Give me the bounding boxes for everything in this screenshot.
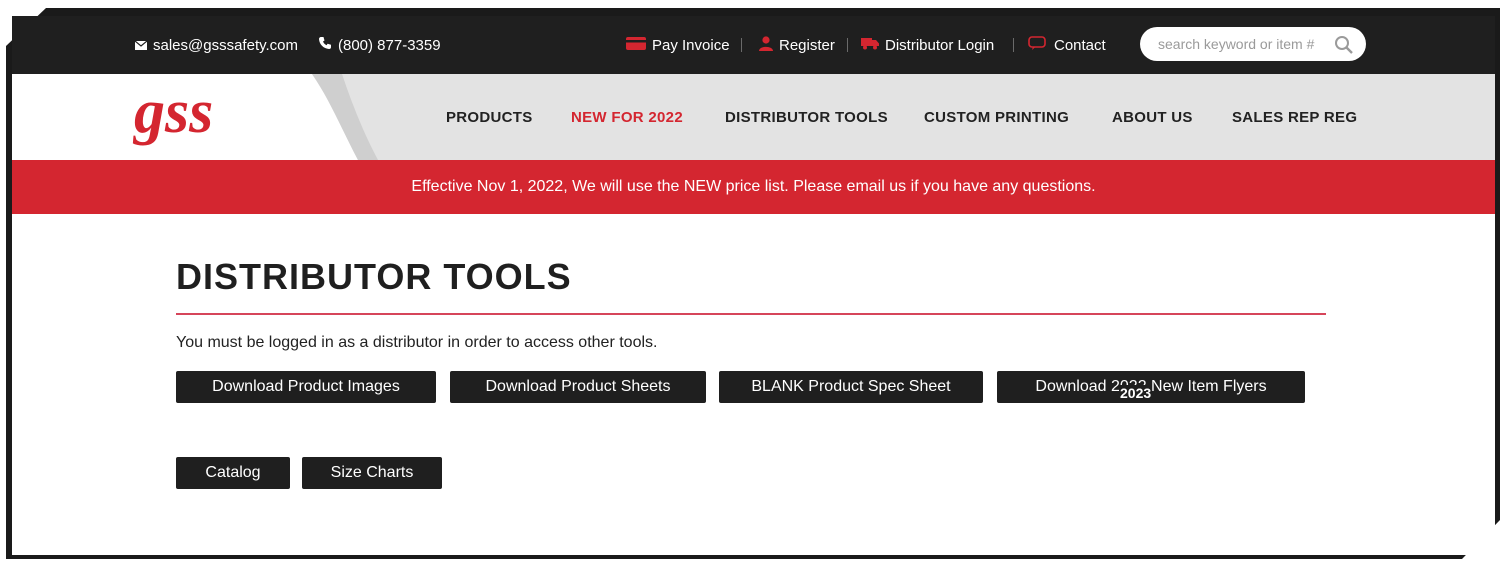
pay-invoice-label: Pay Invoice	[652, 36, 730, 54]
phone-icon	[318, 36, 332, 54]
nav-sales-rep-reg[interactable]: SALES REP REG	[1232, 109, 1357, 126]
download-product-images-button[interactable]: Download Product Images	[176, 371, 436, 403]
top-bar: sales@gsssafety.com (800) 877-3359 Pay I…	[12, 16, 1495, 74]
email-text: sales@gsssafety.com	[153, 36, 298, 54]
separator	[847, 38, 848, 52]
separator	[741, 38, 742, 52]
envelope-icon	[134, 37, 148, 54]
nav-products[interactable]: PRODUCTS	[446, 109, 533, 126]
catalog-button[interactable]: Catalog	[176, 457, 290, 489]
page-title: DISTRIBUTOR TOOLS	[176, 256, 572, 297]
separator	[1013, 38, 1014, 52]
main-nav: gss PRODUCTS NEW FOR 2022 DISTRIBUTOR TO…	[12, 74, 1495, 160]
title-divider	[176, 313, 1326, 315]
chat-bubble-icon	[1028, 36, 1048, 54]
user-icon	[759, 35, 773, 55]
screenshot-frame: sales@gsssafety.com (800) 877-3359 Pay I…	[0, 0, 1507, 561]
browser-viewport: sales@gsssafety.com (800) 877-3359 Pay I…	[12, 16, 1495, 555]
pay-invoice-link[interactable]: Pay Invoice	[626, 34, 730, 56]
phone-link[interactable]: (800) 877-3359	[318, 34, 441, 56]
svg-text:gss: gss	[132, 86, 213, 146]
contact-label: Contact	[1054, 36, 1106, 54]
nav-new-for-2022[interactable]: NEW FOR 2022	[571, 109, 683, 126]
distributor-login-label: Distributor Login	[885, 36, 995, 54]
year-overlay: 2023	[1119, 385, 1153, 401]
nav-distributor-tools[interactable]: DISTRIBUTOR TOOLS	[725, 109, 888, 126]
search-input[interactable]	[1156, 35, 1332, 53]
size-charts-button[interactable]: Size Charts	[302, 457, 442, 489]
search-box	[1140, 27, 1366, 61]
download-product-sheets-button[interactable]: Download Product Sheets	[450, 371, 706, 403]
login-notice: You must be logged in as a distributor i…	[176, 334, 658, 351]
email-link[interactable]: sales@gsssafety.com	[134, 34, 298, 56]
contact-link[interactable]: Contact	[1028, 34, 1106, 56]
blank-product-spec-sheet-button[interactable]: BLANK Product Spec Sheet	[719, 371, 983, 403]
truck-icon	[861, 37, 879, 54]
phone-text: (800) 877-3359	[338, 36, 441, 54]
credit-card-icon	[626, 36, 646, 54]
announcement-banner: Effective Nov 1, 2022, We will use the N…	[12, 160, 1495, 214]
nav-about-us[interactable]: ABOUT US	[1112, 109, 1193, 126]
announcement-text: Effective Nov 1, 2022, We will use the N…	[411, 178, 1096, 195]
nav-custom-printing[interactable]: CUSTOM PRINTING	[924, 109, 1069, 126]
search-icon[interactable]	[1334, 35, 1354, 59]
register-label: Register	[779, 36, 835, 54]
gss-logo[interactable]: gss	[132, 78, 262, 157]
distributor-login-link[interactable]: Distributor Login	[861, 34, 994, 56]
register-link[interactable]: Register	[759, 34, 835, 56]
